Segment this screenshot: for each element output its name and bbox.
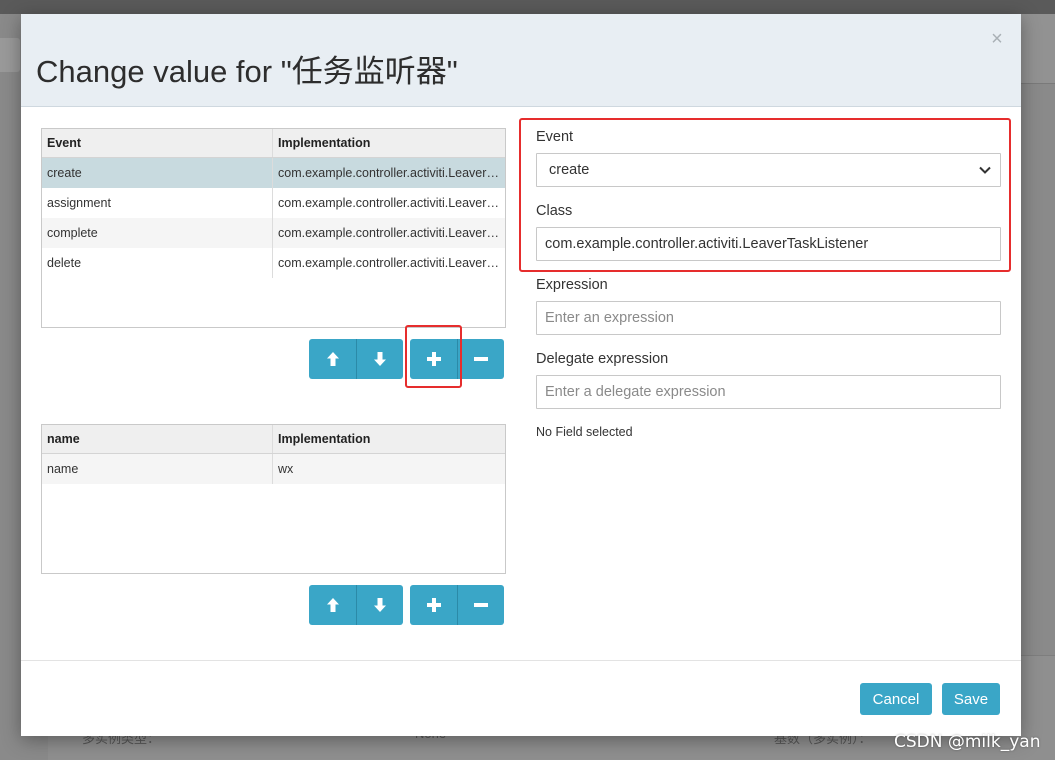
dialog-footer: Cancel Save: [21, 660, 1021, 736]
table-row[interactable]: name wx: [42, 454, 505, 484]
chevron-down-icon: [979, 166, 991, 174]
arrow-up-icon: [326, 352, 339, 366]
cell-implementation: com.example.controller.activiti.LeaverTa…: [278, 166, 505, 180]
listeners-table-header: Event Implementation: [42, 129, 505, 158]
dialog-header: Change value for "任务监听器" ×: [21, 14, 1021, 107]
close-icon[interactable]: ×: [987, 28, 1007, 50]
cell-name: name: [42, 454, 273, 484]
listeners-table: Event Implementation create com.example.…: [41, 128, 506, 328]
move-up-field-button[interactable]: [309, 585, 356, 625]
change-value-dialog: Change value for "任务监听器" × Event Impleme…: [21, 14, 1021, 736]
no-field-selected-text: No Field selected: [536, 425, 633, 439]
class-label: Class: [536, 203, 573, 219]
listener-order-buttons: [309, 339, 403, 379]
table-row[interactable]: delete com.example.controller.activiti.L…: [42, 248, 505, 278]
cancel-button[interactable]: Cancel: [860, 683, 932, 715]
fields-table: name Implementation name wx: [41, 424, 506, 574]
arrow-down-icon: [374, 598, 386, 612]
background-left-button: [0, 38, 20, 72]
cell-event: complete: [42, 218, 273, 248]
event-select-value: create: [549, 162, 590, 178]
column-header-implementation[interactable]: Implementation: [273, 129, 505, 157]
column-header-implementation[interactable]: Implementation: [273, 425, 505, 453]
plus-icon: [426, 352, 441, 366]
cell-implementation: com.example.controller.activiti.LeaverTa…: [278, 226, 505, 240]
move-up-listener-button[interactable]: [309, 339, 356, 379]
background-right-strip: [1021, 14, 1055, 84]
cell-implementation: wx: [278, 462, 294, 476]
arrow-up-icon: [326, 598, 339, 612]
table-row[interactable]: complete com.example.controller.activiti…: [42, 218, 505, 248]
event-select[interactable]: create: [536, 153, 1001, 187]
delegate-expression-input[interactable]: [536, 375, 1001, 409]
dialog-title: Change value for "任务监听器": [36, 54, 458, 89]
remove-field-button[interactable]: [457, 585, 504, 625]
delegate-expression-label: Delegate expression: [536, 351, 669, 367]
expression-input[interactable]: [536, 301, 1001, 335]
minus-icon: [474, 603, 488, 607]
remove-listener-button[interactable]: [457, 339, 504, 379]
add-field-button[interactable]: [410, 585, 457, 625]
listener-edit-buttons: [410, 339, 504, 379]
expression-label: Expression: [536, 277, 608, 293]
table-row[interactable]: assignment com.example.controller.activi…: [42, 188, 505, 218]
fields-table-header: name Implementation: [42, 425, 505, 454]
cell-event: delete: [42, 248, 273, 278]
field-order-buttons: [309, 585, 403, 625]
column-header-event[interactable]: Event: [42, 129, 273, 157]
save-button[interactable]: Save: [942, 683, 1000, 715]
event-label: Event: [536, 129, 574, 145]
cell-event: create: [42, 158, 273, 188]
class-input[interactable]: [536, 227, 1001, 261]
field-edit-buttons: [410, 585, 504, 625]
plus-icon: [426, 598, 441, 612]
column-header-name[interactable]: name: [42, 425, 273, 453]
cell-event: assignment: [42, 188, 273, 218]
table-row[interactable]: create com.example.controller.activiti.L…: [42, 158, 505, 188]
add-listener-button[interactable]: [410, 339, 457, 379]
csdn-watermark: CSDN @milk_yan: [894, 732, 1041, 752]
minus-icon: [474, 357, 488, 361]
move-down-listener-button[interactable]: [356, 339, 403, 379]
cell-implementation: com.example.controller.activiti.LeaverTa…: [278, 196, 505, 210]
background-topbar: [0, 0, 1055, 14]
move-down-field-button[interactable]: [356, 585, 403, 625]
arrow-down-icon: [374, 352, 386, 366]
cell-implementation: com.example.controller.activiti.LeaverTa…: [278, 256, 505, 270]
